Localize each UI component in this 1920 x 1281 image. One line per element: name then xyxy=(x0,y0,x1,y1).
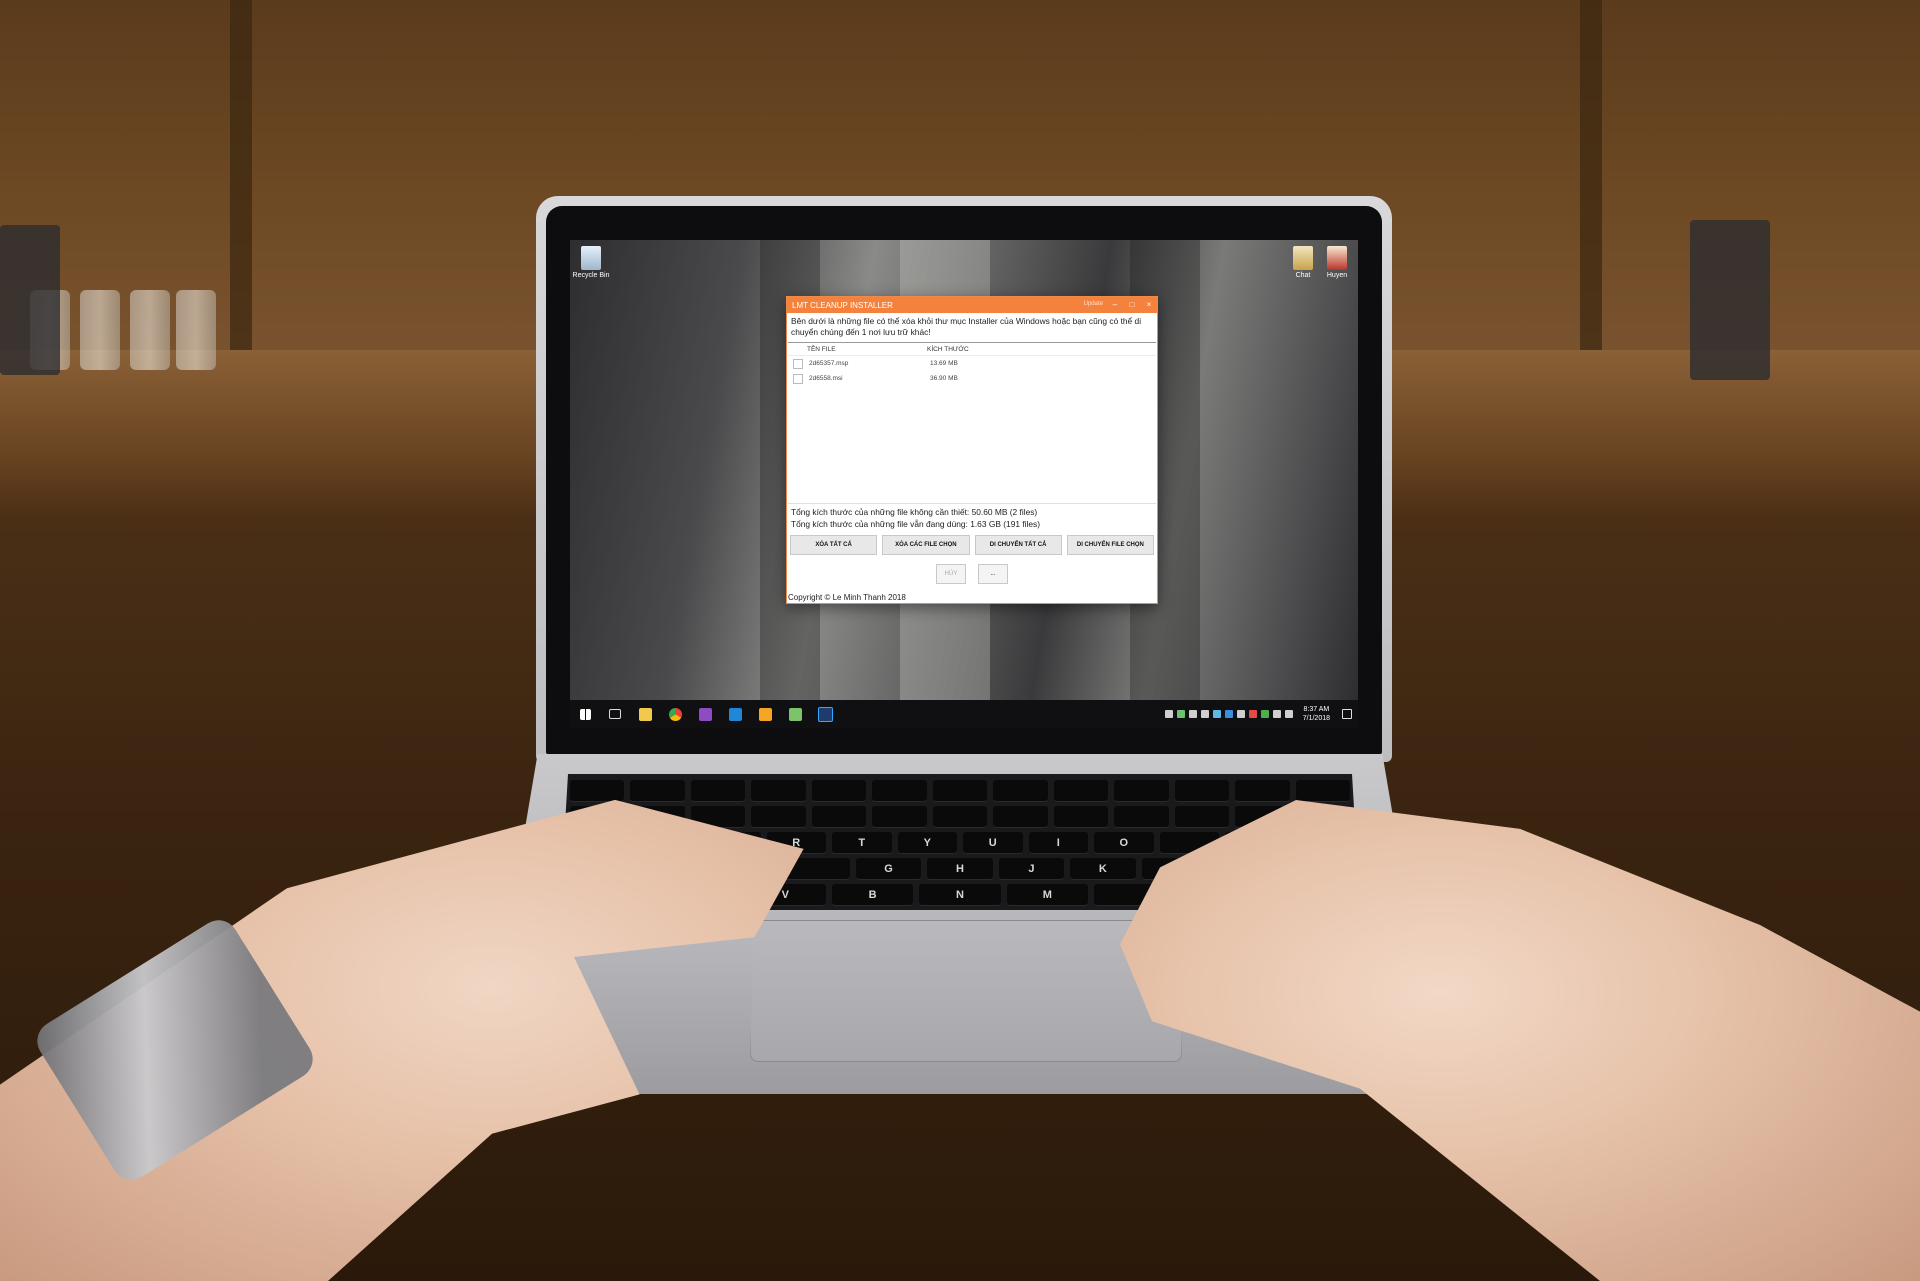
description-text: Bên dưới là những file có thể xóa khỏi t… xyxy=(791,316,1142,337)
volume-icon[interactable] xyxy=(1164,710,1173,718)
background-cup xyxy=(130,290,170,370)
photoshop-icon[interactable] xyxy=(810,700,840,728)
file-row[interactable]: 2d6558.msi 36.90 MB xyxy=(788,371,1156,386)
window-title: LMT CLEANUP INSTALLER xyxy=(792,300,893,310)
move-selected-button[interactable]: DI CHUYỂN FILE CHỌN xyxy=(1066,535,1154,555)
background-cup xyxy=(176,290,216,370)
browse-button[interactable]: ... xyxy=(978,564,1008,584)
clock-time: 8:37 AM xyxy=(1303,706,1330,713)
move-all-button[interactable]: DI CHUYỂN TẤT CẢ xyxy=(974,535,1062,555)
background-speaker xyxy=(0,225,60,375)
desktop-icon-label: Chat xyxy=(1295,272,1311,279)
file-size: 13.69 MB xyxy=(930,360,958,367)
file-row[interactable]: 2d65357.msp 13.69 MB xyxy=(788,356,1156,371)
action-buttons: XÓA TẤT CẢ XÓA CÁC FILE CHỌN DI CHUYỂN T… xyxy=(787,532,1157,555)
maximize-icon[interactable]: □ xyxy=(1124,299,1140,311)
document-icon xyxy=(1327,246,1347,270)
desktop-icon-label: Recycle Bin xyxy=(572,272,610,279)
taskbar-clock[interactable]: 8:37 AM 7/1/2018 xyxy=(1303,705,1330,723)
network-icon[interactable] xyxy=(1212,710,1221,718)
recycle-bin-icon xyxy=(581,246,601,270)
language-icon[interactable] xyxy=(1284,710,1293,718)
file-checkbox[interactable] xyxy=(793,373,803,384)
file-list-header: TÊN FILE KÍCH THƯỚC xyxy=(788,343,1156,356)
start-icon[interactable] xyxy=(570,700,600,728)
delete-all-button[interactable]: XÓA TẤT CẢ xyxy=(790,535,878,555)
sublime-icon[interactable] xyxy=(750,700,780,728)
in-use-size-text: Tổng kích thước của những file vẫn đang … xyxy=(791,519,1041,529)
background-beam xyxy=(230,0,252,360)
background-beam xyxy=(1580,0,1602,360)
file-list: TÊN FILE KÍCH THƯỚC 2d65357.msp 13.69 MB… xyxy=(788,342,1156,504)
visual-studio-icon[interactable] xyxy=(690,700,720,728)
desktop-icon-label: Huyen xyxy=(1326,272,1348,279)
document-icon xyxy=(1293,246,1313,270)
chrome-icon[interactable] xyxy=(660,700,690,728)
window-title-bar[interactable]: LMT CLEANUP INSTALLER Update – □ × xyxy=(787,297,1157,313)
laptop-trackpad xyxy=(750,920,1182,1062)
desktop-icon-recycle-bin[interactable]: Recycle Bin xyxy=(570,246,612,279)
close-icon[interactable]: × xyxy=(1141,299,1157,311)
security-icon[interactable] xyxy=(1176,710,1185,718)
cancel-button[interactable]: HỦY xyxy=(936,564,966,584)
notepad-icon[interactable] xyxy=(780,700,810,728)
onedrive-icon[interactable] xyxy=(1236,710,1245,718)
cleanup-installer-window: LMT CLEANUP INSTALLER Update – □ × Bên d… xyxy=(786,296,1158,604)
minimize-icon[interactable]: – xyxy=(1107,299,1123,311)
antivirus-icon[interactable] xyxy=(1248,710,1257,718)
wifi-icon[interactable] xyxy=(1272,710,1281,718)
secondary-buttons: HỦY ... xyxy=(787,555,1157,584)
file-name: 2d65357.msp xyxy=(809,360,849,367)
column-header-name[interactable]: TÊN FILE xyxy=(807,346,927,353)
file-checkbox[interactable] xyxy=(793,358,803,369)
keyboard-icon[interactable] xyxy=(1188,710,1197,718)
task-view-icon[interactable] xyxy=(600,700,630,728)
app-tray-icon[interactable] xyxy=(1260,710,1269,718)
background-cup xyxy=(80,290,120,370)
taskbar: 8:37 AM 7/1/2018 xyxy=(570,700,1358,728)
battery-icon[interactable] xyxy=(1200,710,1209,718)
file-name: 2d6558.msi xyxy=(809,375,843,382)
unneeded-size-text: Tổng kích thước của những file không cần… xyxy=(791,507,1038,517)
system-tray: 8:37 AM 7/1/2018 xyxy=(1164,700,1352,728)
column-header-size[interactable]: KÍCH THƯỚC xyxy=(927,346,969,353)
bluetooth-icon[interactable] xyxy=(1224,710,1233,718)
file-size: 36.90 MB xyxy=(930,375,958,382)
size-summary: Tổng kích thước của những file không cần… xyxy=(787,504,1157,532)
notification-icon[interactable] xyxy=(1342,709,1352,719)
update-link[interactable]: Update xyxy=(1084,301,1103,307)
copyright-text: Copyright © Le Minh Thanh 2018 xyxy=(788,593,906,602)
delete-selected-button[interactable]: XÓA CÁC FILE CHỌN xyxy=(882,535,970,555)
file-explorer-icon[interactable] xyxy=(630,700,660,728)
desktop-icon-huyen[interactable]: Huyen xyxy=(1316,246,1358,279)
background-speaker xyxy=(1690,220,1770,380)
clock-date: 7/1/2018 xyxy=(1302,715,1330,722)
vscode-icon[interactable] xyxy=(720,700,750,728)
laptop-screen: Recycle Bin Chat Huyen LMT CLEANUP INSTA… xyxy=(570,240,1358,728)
